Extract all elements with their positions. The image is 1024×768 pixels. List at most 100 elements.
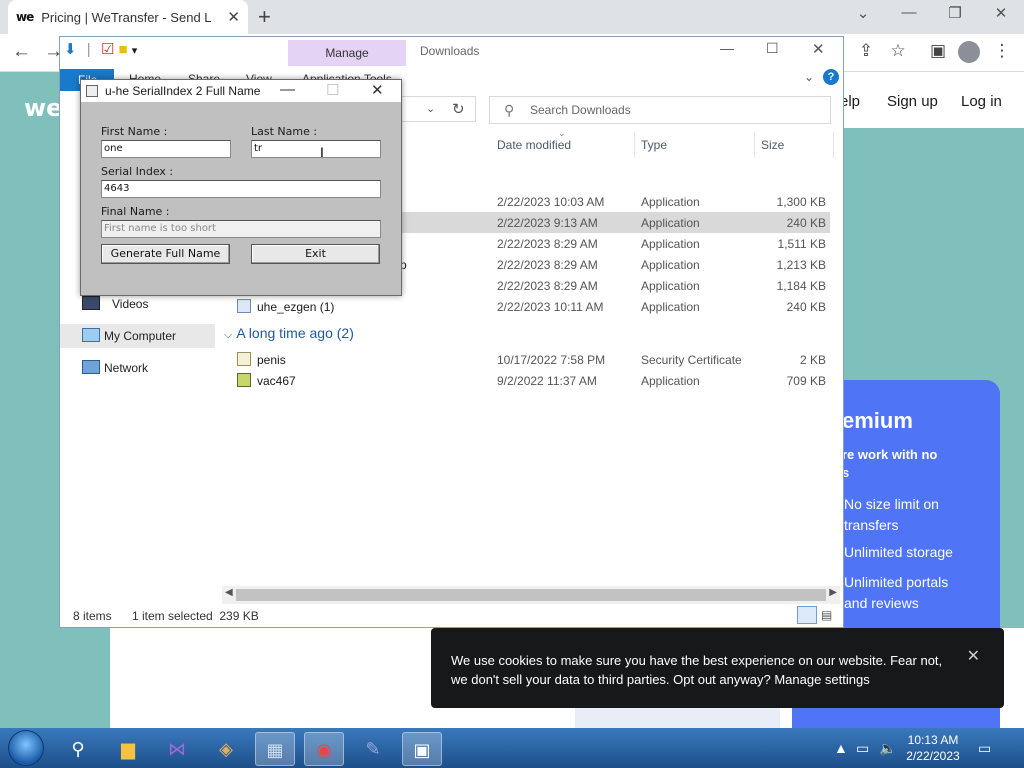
application-icon: [237, 299, 251, 313]
serial-index-label: Serial Index :: [101, 165, 174, 178]
horizontal-scrollbar[interactable]: ◀ ▶: [222, 586, 840, 604]
sign-up-link[interactable]: Sign up: [887, 93, 938, 110]
manage-context-tab[interactable]: Manage: [288, 40, 406, 66]
help-icon[interactable]: ?: [823, 69, 839, 85]
group-header[interactable]: ⌵ A long time ago (2): [224, 325, 354, 342]
close-explorer-icon[interactable]: ✕: [812, 40, 825, 58]
address-bar[interactable]: ⌄: [400, 96, 476, 122]
minimize-explorer-icon[interactable]: —: [720, 40, 734, 56]
scroll-left-icon[interactable]: ◀: [225, 587, 233, 598]
network-tray-icon[interactable]: ▭: [856, 740, 869, 757]
last-name-input[interactable]: tr: [251, 140, 381, 158]
file-row[interactable]: uhe_ezgen (1) 2/22/2023 10:11 AM Applica…: [230, 296, 830, 317]
start-button[interactable]: [8, 730, 44, 766]
application-icon: [237, 373, 251, 387]
nav-item-my-computer[interactable]: My Computer: [60, 324, 215, 348]
wetransfer-favicon: we: [16, 10, 34, 24]
premium-title: emium: [842, 408, 913, 433]
item-count: 8 items: [73, 609, 112, 623]
column-divider[interactable]: [833, 132, 834, 158]
dialog-minimize-icon[interactable]: —: [280, 81, 295, 98]
file-row[interactable]: vac467 9/2/2022 11:37 AM Application 709…: [230, 370, 830, 391]
cookie-message: We use cookies to make sure you have the…: [451, 653, 943, 687]
final-name-output: First name is too short: [101, 220, 381, 238]
clock[interactable]: 10:13 AM 2/22/2023: [898, 732, 968, 764]
search-placeholder: Search Downloads: [530, 103, 631, 117]
computer-icon: [82, 328, 100, 342]
chevron-down-icon: ⌵: [224, 329, 233, 341]
qat-dropdown-icon[interactable]: ▾: [132, 45, 138, 57]
visual-studio-taskbar-icon[interactable]: ⋈: [157, 732, 197, 766]
minimize-browser-icon[interactable]: —: [894, 4, 924, 21]
serial-index-input[interactable]: 4643: [101, 180, 381, 198]
premium-subtitle: re work with no s: [842, 447, 938, 480]
side-panel-icon[interactable]: ▣: [926, 41, 950, 61]
close-tab-icon[interactable]: ✕: [227, 8, 240, 26]
share-icon[interactable]: ⇪: [854, 41, 878, 61]
selection-info: 1 item selected 239 KB: [132, 609, 259, 623]
download-arrow-icon[interactable]: ⬇: [64, 41, 77, 58]
nav-item-network[interactable]: Network: [60, 356, 215, 380]
search-icon: ⚲: [504, 102, 515, 118]
back-icon[interactable]: ←: [12, 41, 31, 63]
cookie-close-icon[interactable]: ✕: [967, 646, 980, 666]
exit-button[interactable]: Exit: [251, 244, 380, 264]
bookmark-star-icon[interactable]: ☆: [886, 41, 910, 61]
taskbar: [0, 728, 1024, 768]
volume-icon[interactable]: 🔈: [879, 740, 896, 757]
tab-title: Pricing | WeTransfer - Send Large Files: [41, 9, 212, 25]
first-name-input[interactable]: one: [101, 140, 231, 158]
feature-item: ✓Unlimited storage: [822, 542, 974, 563]
details-view-icon[interactable]: [797, 606, 817, 624]
file-row[interactable]: penis 10/17/2022 7:58 PM Security Certif…: [230, 349, 830, 370]
network-icon: [82, 360, 100, 374]
dialog-titlebar: u-he SerialIndex 2 Full Name: [81, 80, 401, 102]
new-tab-icon[interactable]: +: [258, 4, 271, 30]
profile-avatar[interactable]: [958, 41, 980, 63]
dialog-maximize-icon: ☐: [326, 82, 340, 99]
column-divider[interactable]: [754, 132, 755, 158]
scroll-right-icon[interactable]: ▶: [829, 587, 837, 598]
site-nav: elp Sign up Log in: [838, 72, 1024, 128]
final-name-label: Final Name :: [101, 205, 170, 218]
tray-overflow-icon[interactable]: ▲: [834, 740, 848, 756]
cookie-banner: We use cookies to make sure you have the…: [431, 628, 1004, 708]
address-dropdown-icon[interactable]: ⌄: [426, 102, 435, 115]
quick-access-toolbar: ⬇ | ☑ ■ ▾: [64, 41, 138, 58]
column-date-modified[interactable]: Date modified: [497, 138, 571, 152]
column-type[interactable]: Type: [641, 138, 667, 152]
column-divider[interactable]: [634, 132, 635, 158]
browser-tab[interactable]: we Pricing | WeTransfer - Send Large Fil…: [8, 0, 248, 34]
generate-full-name-button[interactable]: Generate Full Name: [101, 244, 230, 264]
log-in-link[interactable]: Log in: [961, 93, 1002, 110]
close-browser-icon[interactable]: ✕: [986, 4, 1016, 22]
tiles-view-icon[interactable]: ▤: [821, 608, 832, 622]
app-taskbar-icon[interactable]: ▦: [255, 732, 295, 766]
app-icon: [86, 85, 98, 97]
notification-icon[interactable]: ▭: [978, 740, 991, 757]
scrollbar-thumb[interactable]: [236, 589, 826, 601]
last-name-label: Last Name :: [251, 125, 318, 138]
menu-kebab-icon[interactable]: ⋮: [990, 41, 1014, 61]
properties-icon[interactable]: ☑: [101, 41, 114, 58]
ribbon-expand-icon[interactable]: ⌄: [804, 70, 814, 84]
paint-taskbar-icon[interactable]: ✎: [353, 732, 393, 766]
dialog-close-icon[interactable]: ✕: [371, 81, 384, 99]
tab-search-icon[interactable]: ⌄: [848, 4, 878, 22]
status-bar: 8 items 1 item selected 239 KB ▤: [60, 604, 843, 627]
search-taskbar-icon[interactable]: ⚲: [58, 732, 98, 766]
text-cursor-icon: I: [320, 144, 324, 160]
file-explorer-taskbar-icon[interactable]: ▆: [108, 732, 148, 766]
restore-browser-icon[interactable]: ❐: [940, 4, 970, 22]
maximize-explorer-icon[interactable]: ☐: [766, 40, 779, 57]
column-size[interactable]: Size: [761, 138, 784, 152]
certificate-icon: [237, 352, 251, 366]
dialog-taskbar-icon[interactable]: ▣: [402, 732, 442, 766]
refresh-icon[interactable]: ↻: [452, 100, 465, 118]
wetransfer-logo[interactable]: we: [24, 94, 62, 122]
chrome-taskbar-icon[interactable]: ◉: [304, 732, 344, 766]
new-folder-icon[interactable]: ■: [118, 41, 127, 58]
feature-item: ✓Unlimited portals and reviews: [822, 572, 974, 614]
package-taskbar-icon[interactable]: ◈: [206, 732, 246, 766]
search-input[interactable]: ⚲ Search Downloads: [489, 96, 831, 124]
